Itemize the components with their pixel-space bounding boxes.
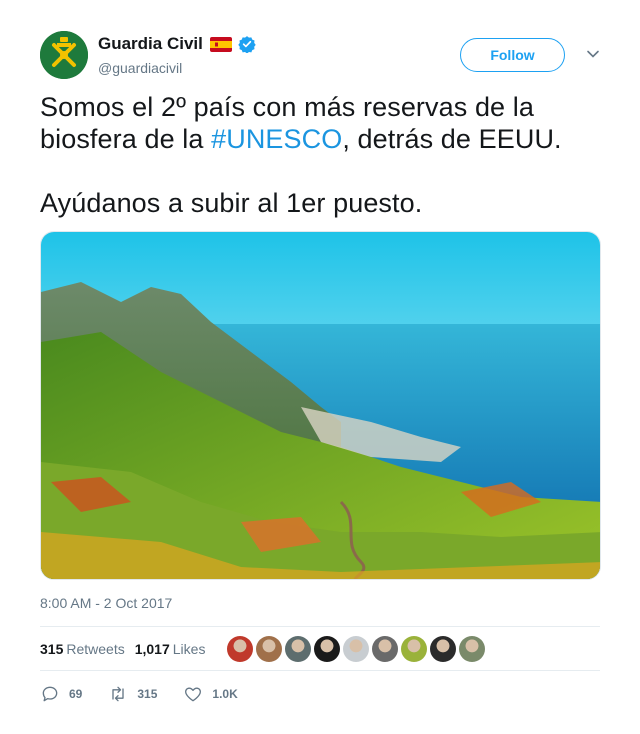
retweets-label: Retweets	[66, 640, 125, 657]
author-info: Guardia Civil @guardiacivil	[98, 33, 256, 76]
like-count: 1.0K	[212, 687, 238, 701]
landscape-photo	[41, 232, 600, 579]
chevron-down-icon[interactable]	[586, 47, 600, 61]
guardia-civil-emblem-icon	[40, 31, 88, 79]
tweet-actions: 69 315 1.0K	[40, 684, 600, 704]
tweet-header: Guardia Civil @guardiacivil Follow	[40, 31, 600, 81]
reply-count: 69	[69, 687, 83, 701]
liker-avatars	[227, 635, 488, 662]
tweet-text-segment: , detrás de EEUU.	[342, 124, 562, 154]
retweet-count: 315	[137, 687, 158, 701]
liker-avatar[interactable]	[343, 635, 370, 662]
like-button[interactable]: 1.0K	[183, 684, 238, 704]
spain-flag-icon	[209, 36, 232, 52]
liker-avatar[interactable]	[256, 635, 283, 662]
author-display-name[interactable]: Guardia Civil	[98, 34, 203, 54]
author-handle[interactable]: @guardiacivil	[98, 60, 256, 76]
retweets-stat[interactable]: 315 Retweets	[40, 641, 125, 657]
tweet-text: Somos el 2º país con más reservas de la …	[40, 91, 600, 219]
tweet-timestamp[interactable]: 8:00 AM - 2 Oct 2017	[40, 595, 172, 611]
verified-badge-icon	[238, 36, 256, 53]
reply-icon	[42, 686, 58, 702]
likes-stat[interactable]: 1,017 Likes	[135, 641, 206, 657]
liker-avatar[interactable]	[430, 635, 457, 662]
reply-button[interactable]: 69	[40, 684, 82, 704]
heart-icon	[185, 687, 202, 702]
retweets-count: 315	[40, 640, 64, 657]
likes-count: 1,017	[134, 640, 170, 657]
tweet-paragraph-2: Ayúdanos a subir al 1er puesto.	[40, 188, 423, 218]
liker-avatar[interactable]	[372, 635, 399, 662]
tweet-paragraph-1: Somos el 2º país con más reservas de la …	[40, 91, 600, 155]
liker-avatar[interactable]	[314, 635, 341, 662]
liker-avatar[interactable]	[285, 635, 312, 662]
hashtag-link[interactable]: #UNESCO	[211, 124, 342, 154]
avatar[interactable]	[40, 31, 88, 79]
retweet-button[interactable]: 315	[108, 684, 157, 704]
liker-avatar[interactable]	[401, 635, 428, 662]
follow-button[interactable]: Follow	[460, 38, 565, 72]
likes-label: Likes	[172, 640, 206, 657]
tweet-photo[interactable]	[40, 231, 601, 580]
liker-avatar[interactable]	[227, 635, 254, 662]
retweet-icon	[112, 686, 125, 702]
liker-avatar[interactable]	[459, 635, 486, 662]
tweet-stats: 315 Retweets 1,017 Likes	[40, 626, 600, 671]
